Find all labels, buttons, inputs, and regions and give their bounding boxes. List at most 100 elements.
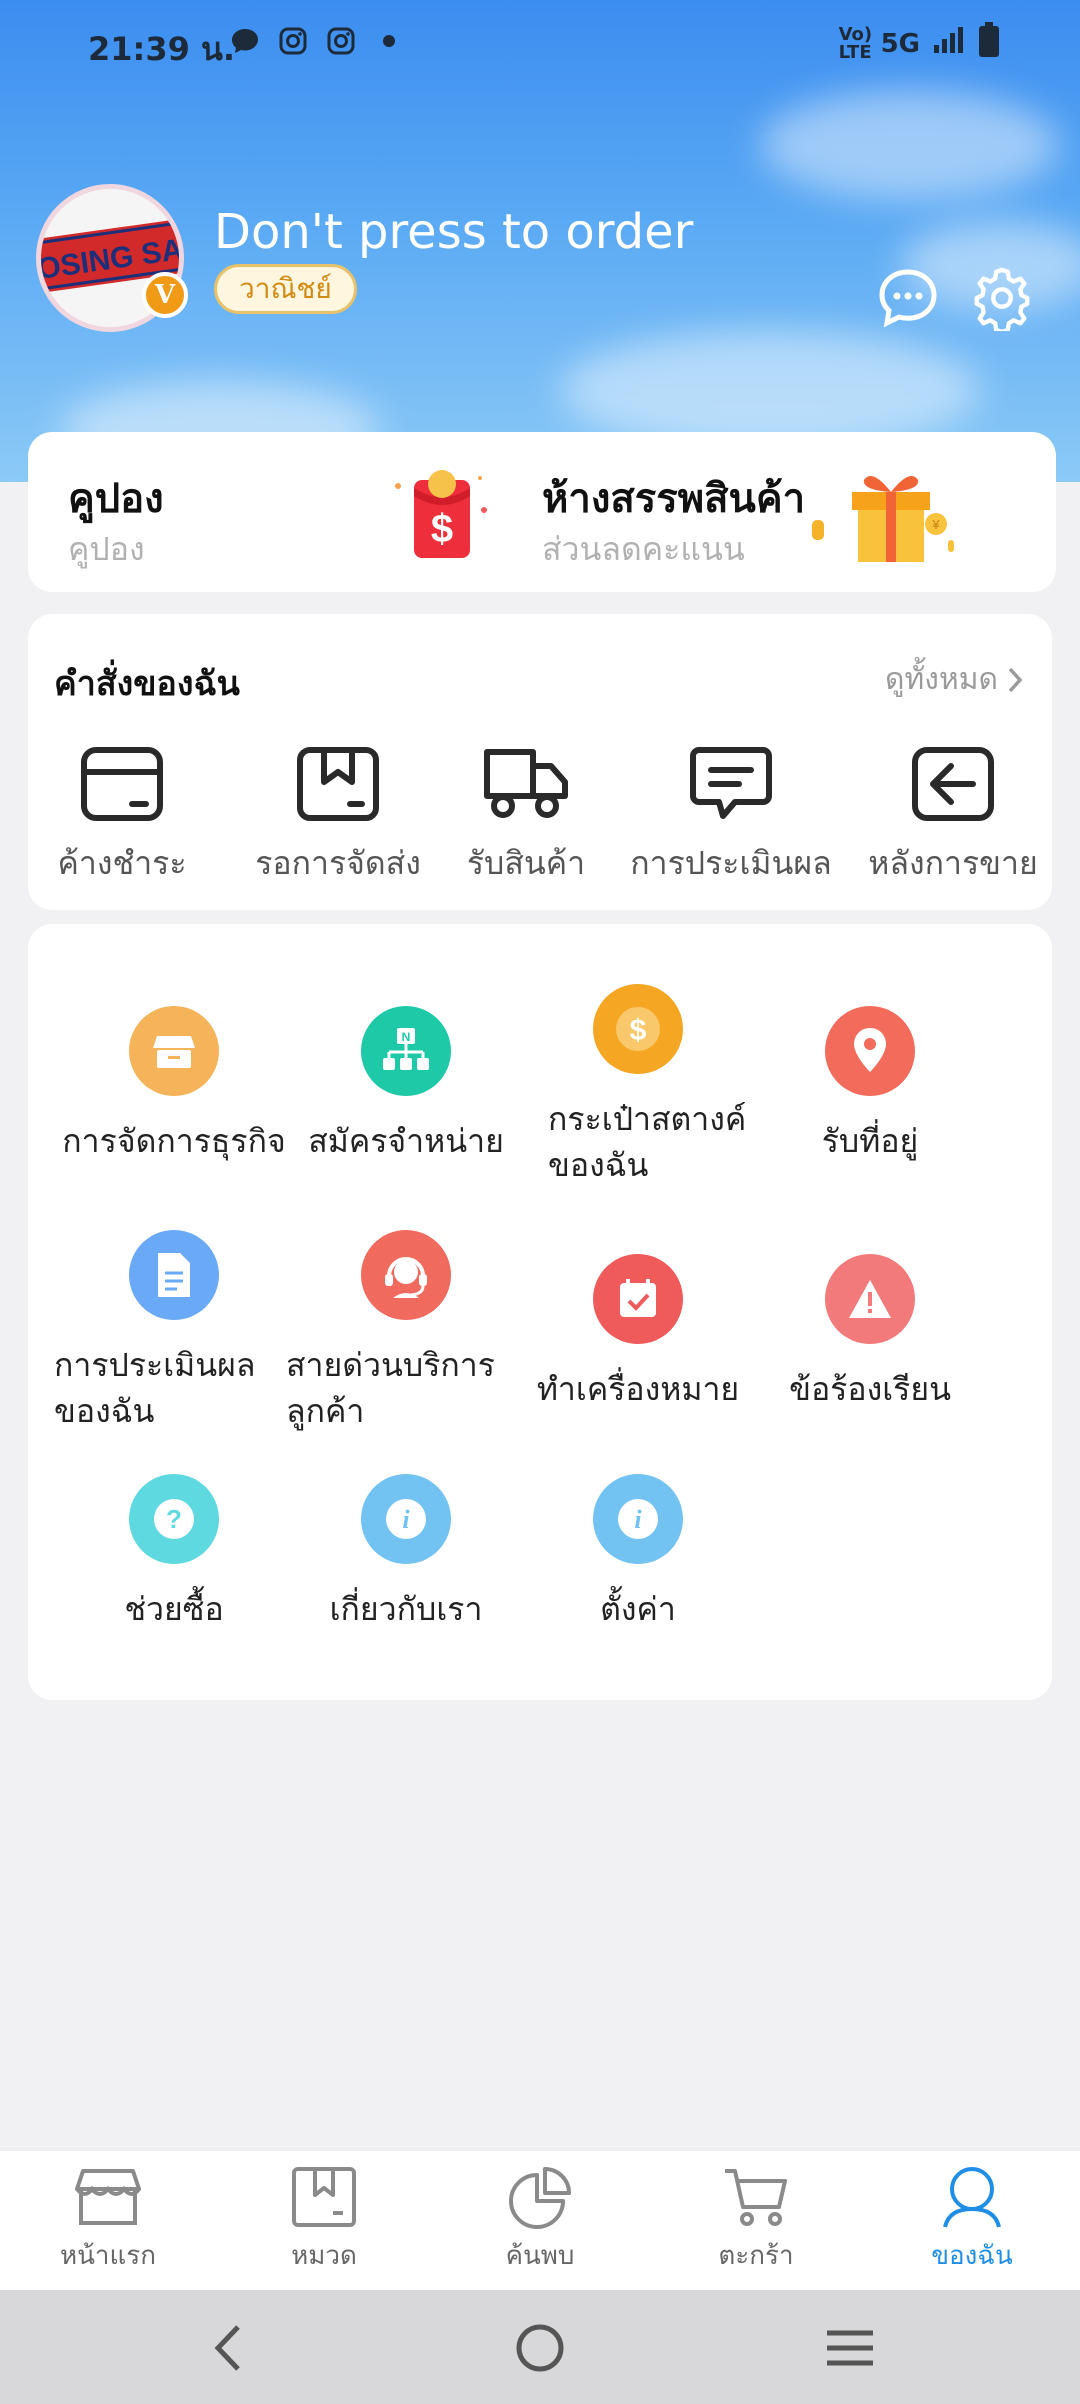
svg-text:i: i xyxy=(634,1505,642,1534)
order-label: รอการจัดส่ง xyxy=(255,844,421,882)
order-label: การประเมินผล xyxy=(630,844,832,882)
coupon-title: คูปอง xyxy=(68,476,164,522)
nav-label: ค้นพบ xyxy=(505,2241,575,2271)
nav-label: หมวด xyxy=(291,2241,357,2271)
svg-text:i: i xyxy=(402,1505,410,1534)
merchant-tag: วาณิชย์ xyxy=(214,264,357,314)
service-label: สายด่วนบริการ ลูกค้า xyxy=(286,1342,495,1434)
service-label: ทำเครื่องหมาย xyxy=(536,1370,740,1408)
service-distributor-signup[interactable]: N สมัครจำหน่าย xyxy=(290,1006,522,1164)
service-label-line: ของฉัน xyxy=(548,1146,649,1184)
back-icon xyxy=(214,2325,240,2371)
back-button[interactable] xyxy=(196,2316,260,2380)
order-after-sales[interactable]: หลังการขาย xyxy=(860,746,1046,889)
coupon-subtitle: คูปอง xyxy=(68,530,145,568)
service-help-buy[interactable]: ? ช่วยซื้อ xyxy=(58,1474,290,1632)
nav-discover[interactable]: ค้นพบ xyxy=(432,2165,648,2276)
nav-category[interactable]: หมวด xyxy=(216,2165,432,2276)
nav-label: ของฉัน xyxy=(931,2241,1013,2271)
svg-text:$: $ xyxy=(431,507,453,551)
service-label: ตั้งค่า xyxy=(600,1590,676,1628)
chevron-right-icon xyxy=(1008,667,1023,692)
chat-bubble-icon xyxy=(228,24,262,58)
status-indicators: Vo) LTE 5G xyxy=(839,22,1000,65)
order-awaiting-shipment[interactable]: รอการจัดส่ง xyxy=(222,746,454,889)
warning-icon xyxy=(825,1254,915,1344)
coupon-entry[interactable]: คูปอง คูปอง $ xyxy=(28,432,528,592)
service-label-line: สายด่วนบริการ xyxy=(286,1346,495,1384)
dot-icon xyxy=(372,24,406,58)
service-my-reviews[interactable]: การประเมินผล ของฉัน xyxy=(54,1230,290,1434)
service-receive-address[interactable]: รับที่อยู่ xyxy=(754,1006,986,1164)
home-button[interactable] xyxy=(508,2316,572,2380)
nav-cart[interactable]: ตะกร้า xyxy=(648,2165,864,2276)
order-receive-goods[interactable]: รับสินค้า xyxy=(448,746,604,889)
service-my-wallet[interactable]: $ กระเป๋าสตางค์ ของฉัน xyxy=(522,984,754,1188)
orders-title: คำสั่งของฉัน xyxy=(54,664,240,704)
store-icon xyxy=(129,1006,219,1096)
service-about-us[interactable]: i เกี่ยวกับเรา xyxy=(290,1474,522,1632)
menu-button[interactable] xyxy=(818,2316,882,2380)
nav-label: ตะกร้า xyxy=(718,2241,794,2271)
box-icon xyxy=(297,747,379,821)
nav-home[interactable]: หน้าแรก xyxy=(0,2165,216,2276)
settings-button[interactable] xyxy=(970,266,1034,331)
coin-icon: $ xyxy=(593,984,683,1074)
service-label: ข้อร้องเรียน xyxy=(789,1370,951,1408)
services-card: การจัดการธุรกิจ N สมัครจำหน่าย $ กระเป๋า… xyxy=(28,924,1052,1700)
network-type: 5G xyxy=(880,28,920,59)
username: Don't press to order xyxy=(214,204,694,260)
service-label-line: ของฉัน xyxy=(54,1392,155,1430)
notification-icons xyxy=(228,24,406,58)
nav-label: หน้าแรก xyxy=(60,2241,156,2271)
calendar-check-icon xyxy=(593,1254,683,1344)
service-label: กระเป๋าสตางค์ ของฉัน xyxy=(522,1096,746,1188)
service-business-management[interactable]: การจัดการธุรกิจ xyxy=(58,1006,290,1164)
gear-icon xyxy=(974,267,1030,331)
info-icon: i xyxy=(361,1474,451,1564)
service-customer-hotline[interactable]: สายด่วนบริการ ลูกค้า xyxy=(286,1230,522,1434)
service-label: เกี่ยวกับเรา xyxy=(329,1590,483,1628)
user-icon xyxy=(943,2167,1001,2228)
status-bar: 21:39 น. Vo) LTE 5G xyxy=(0,0,1080,90)
view-all-link[interactable]: ดูทั้งหมด xyxy=(885,656,1024,703)
service-label: การจัดการธุรกิจ xyxy=(62,1122,286,1160)
bottom-navigation: หน้าแรก หมวด ค้นพบ ตะกร้า ของฉัน xyxy=(0,2150,1080,2290)
order-label: หลังการขาย xyxy=(868,844,1038,882)
svg-text:N: N xyxy=(402,1030,411,1044)
question-icon: ? xyxy=(129,1474,219,1564)
service-settings[interactable]: i ตั้งค่า xyxy=(522,1474,754,1632)
location-icon xyxy=(825,1006,915,1096)
truck-icon xyxy=(484,749,568,818)
message-button[interactable] xyxy=(876,266,940,330)
home-circle-icon xyxy=(516,2324,564,2372)
message-icon xyxy=(879,269,937,328)
category-icon xyxy=(292,2167,356,2227)
view-all-label: ดูทั้งหมด xyxy=(885,662,998,697)
comment-icon xyxy=(690,747,772,819)
svg-text:?: ? xyxy=(166,1504,182,1534)
order-review[interactable]: การประเมินผล xyxy=(596,746,866,889)
nav-mine[interactable]: ของฉัน xyxy=(864,2165,1080,2276)
service-label-line: กระเป๋าสตางค์ xyxy=(548,1100,747,1138)
svg-text:$: $ xyxy=(630,1014,647,1047)
service-check-in[interactable]: ทำเครื่องหมาย xyxy=(522,1254,754,1412)
gift-box-icon: ¥ xyxy=(806,462,956,590)
instagram-icon xyxy=(276,24,310,58)
svg-text:¥: ¥ xyxy=(931,517,940,532)
wallet-icon xyxy=(81,747,163,821)
cart-icon xyxy=(725,2169,787,2226)
menu-icon xyxy=(827,2330,873,2366)
order-label: รับสินค้า xyxy=(466,844,586,882)
service-label-line: ลูกค้า xyxy=(286,1392,365,1430)
order-pending-payment[interactable]: ค้างชำระ xyxy=(46,746,198,889)
mall-entry[interactable]: ห้างสรรพสินค้า ส่วนลดคะแนน ¥ xyxy=(528,432,1056,592)
battery-icon xyxy=(978,22,1000,65)
service-complaints[interactable]: ข้อร้องเรียน xyxy=(754,1254,986,1412)
service-label: ช่วยซื้อ xyxy=(124,1590,224,1628)
network-icon: N xyxy=(361,1006,451,1096)
info-icon: i xyxy=(593,1474,683,1564)
volte-icon: Vo) LTE xyxy=(838,23,873,63)
red-envelope-icon: $ xyxy=(384,466,494,570)
mall-title: ห้างสรรพสินค้า xyxy=(542,476,806,522)
